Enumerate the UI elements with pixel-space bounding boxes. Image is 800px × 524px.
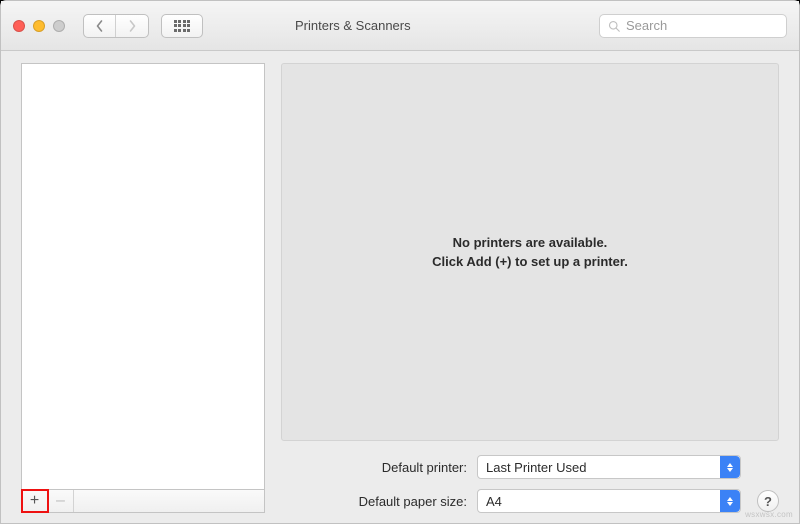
default-printer-row: Default printer: Last Printer Used	[281, 455, 779, 479]
titlebar: Printers & Scanners Search	[1, 1, 799, 51]
back-button[interactable]	[84, 15, 116, 37]
list-footer: + –	[21, 489, 265, 513]
detail-panel: No printers are available. Click Add (+)…	[281, 63, 779, 441]
empty-line-2: Click Add (+) to set up a printer.	[432, 252, 628, 272]
add-printer-button[interactable]: +	[22, 490, 48, 512]
default-paper-value: A4	[486, 494, 502, 509]
detail-column: No printers are available. Click Add (+)…	[281, 63, 779, 513]
default-printer-value: Last Printer Used	[486, 460, 586, 475]
preferences-window: Printers & Scanners Search + – No printe…	[0, 0, 800, 524]
search-placeholder: Search	[626, 18, 667, 33]
show-all-button[interactable]	[161, 14, 203, 38]
search-input[interactable]: Search	[599, 14, 787, 38]
zoom-icon	[53, 20, 65, 32]
empty-state: No printers are available. Click Add (+)…	[432, 233, 628, 272]
default-paper-row: Default paper size: A4 ?	[281, 489, 779, 513]
default-paper-select[interactable]: A4	[477, 489, 741, 513]
grid-icon	[174, 20, 191, 32]
chevron-left-icon	[95, 20, 104, 32]
stepper-arrows-icon	[720, 490, 740, 512]
stepper-arrows-icon	[720, 456, 740, 478]
default-printer-label: Default printer:	[281, 460, 467, 475]
window-controls	[13, 20, 65, 32]
printers-list[interactable]	[21, 63, 265, 489]
page-title: Printers & Scanners	[295, 18, 411, 33]
nav-segment	[83, 14, 149, 38]
content: + – No printers are available. Click Add…	[21, 63, 779, 513]
close-icon[interactable]	[13, 20, 25, 32]
defaults-form: Default printer: Last Printer Used Defau…	[281, 441, 779, 513]
forward-button	[116, 15, 148, 37]
empty-line-1: No printers are available.	[432, 233, 628, 253]
remove-printer-button: –	[48, 490, 74, 512]
minimize-icon[interactable]	[33, 20, 45, 32]
search-icon	[608, 20, 620, 32]
help-button[interactable]: ?	[757, 490, 779, 512]
printers-column: + –	[21, 63, 265, 513]
chevron-right-icon	[128, 20, 137, 32]
default-paper-label: Default paper size:	[281, 494, 467, 509]
default-printer-select[interactable]: Last Printer Used	[477, 455, 741, 479]
watermark: wsxwsx.com	[745, 510, 793, 519]
